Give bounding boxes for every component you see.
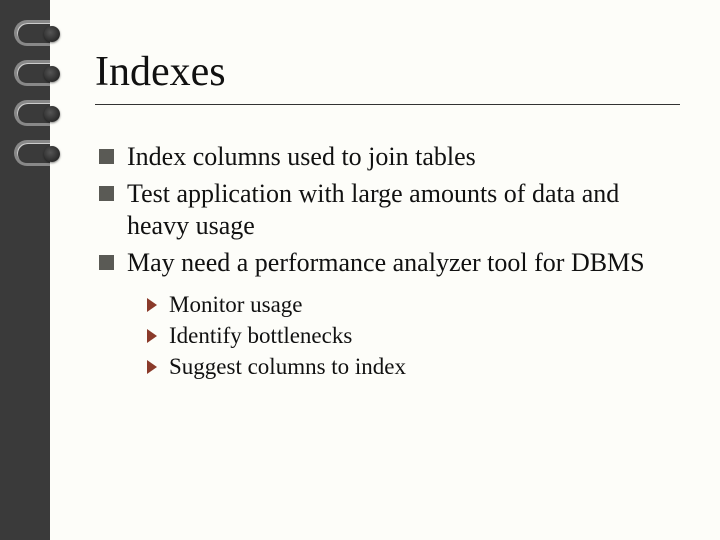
main-bullet-list: Index columns used to join tables Test a… — [95, 141, 680, 279]
list-item: Monitor usage — [147, 289, 680, 320]
slide-title: Indexes — [95, 48, 680, 96]
list-item: Identify bottlenecks — [147, 320, 680, 351]
sub-bullet-text: Suggest columns to index — [169, 354, 406, 379]
square-bullet-icon — [99, 186, 114, 201]
square-bullet-icon — [99, 149, 114, 164]
bullet-text: May need a performance analyzer tool for… — [127, 248, 645, 277]
arrow-bullet-icon — [147, 360, 157, 374]
sub-bullet-text: Identify bottlenecks — [169, 323, 352, 348]
bullet-text: Test application with large amounts of d… — [127, 179, 619, 241]
arrow-bullet-icon — [147, 298, 157, 312]
square-bullet-icon — [99, 255, 114, 270]
bullet-text: Index columns used to join tables — [127, 142, 476, 171]
list-item: Suggest columns to index — [147, 351, 680, 382]
slide-page: Indexes Index columns used to join table… — [50, 0, 720, 540]
arrow-bullet-icon — [147, 329, 157, 343]
list-item: Index columns used to join tables — [99, 141, 680, 174]
list-item: May need a performance analyzer tool for… — [99, 247, 680, 280]
sub-bullet-list: Monitor usage Identify bottlenecks Sugge… — [95, 289, 680, 382]
sub-bullet-text: Monitor usage — [169, 292, 303, 317]
title-rule — [95, 104, 680, 105]
list-item: Test application with large amounts of d… — [99, 178, 680, 243]
